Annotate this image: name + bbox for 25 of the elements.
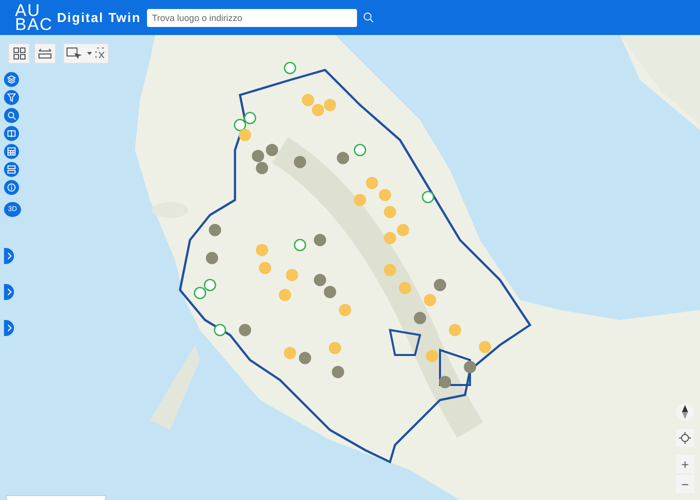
info-icon (7, 183, 16, 192)
app-title: Digital Twin (57, 10, 142, 25)
split-view-icon (7, 129, 16, 138)
zoom-out-button[interactable]: − (676, 475, 694, 493)
form-icon (7, 165, 16, 174)
ruler-icon (38, 48, 52, 60)
search-field[interactable]: Trova luogo o indirizzo (147, 8, 357, 26)
search-icon (7, 111, 16, 120)
search-icon[interactable] (363, 12, 374, 23)
select-button[interactable] (63, 43, 109, 64)
zoom-in-button[interactable]: + (676, 455, 694, 473)
logo: AU BAC (15, 4, 51, 32)
select-tools-icon (66, 47, 106, 60)
grid-icon (12, 47, 26, 60)
chevron-icon (6, 288, 12, 296)
measure-button[interactable] (34, 43, 56, 64)
grid-button[interactable] (8, 43, 30, 64)
crosshair-icon (679, 432, 691, 444)
layers-icon (7, 75, 16, 84)
compass-icon (681, 405, 689, 419)
chevron-icon (6, 324, 12, 332)
chevron-icon (6, 252, 12, 260)
locate-button[interactable] (676, 429, 694, 447)
filter-icon (7, 93, 16, 102)
table-icon (7, 147, 16, 156)
